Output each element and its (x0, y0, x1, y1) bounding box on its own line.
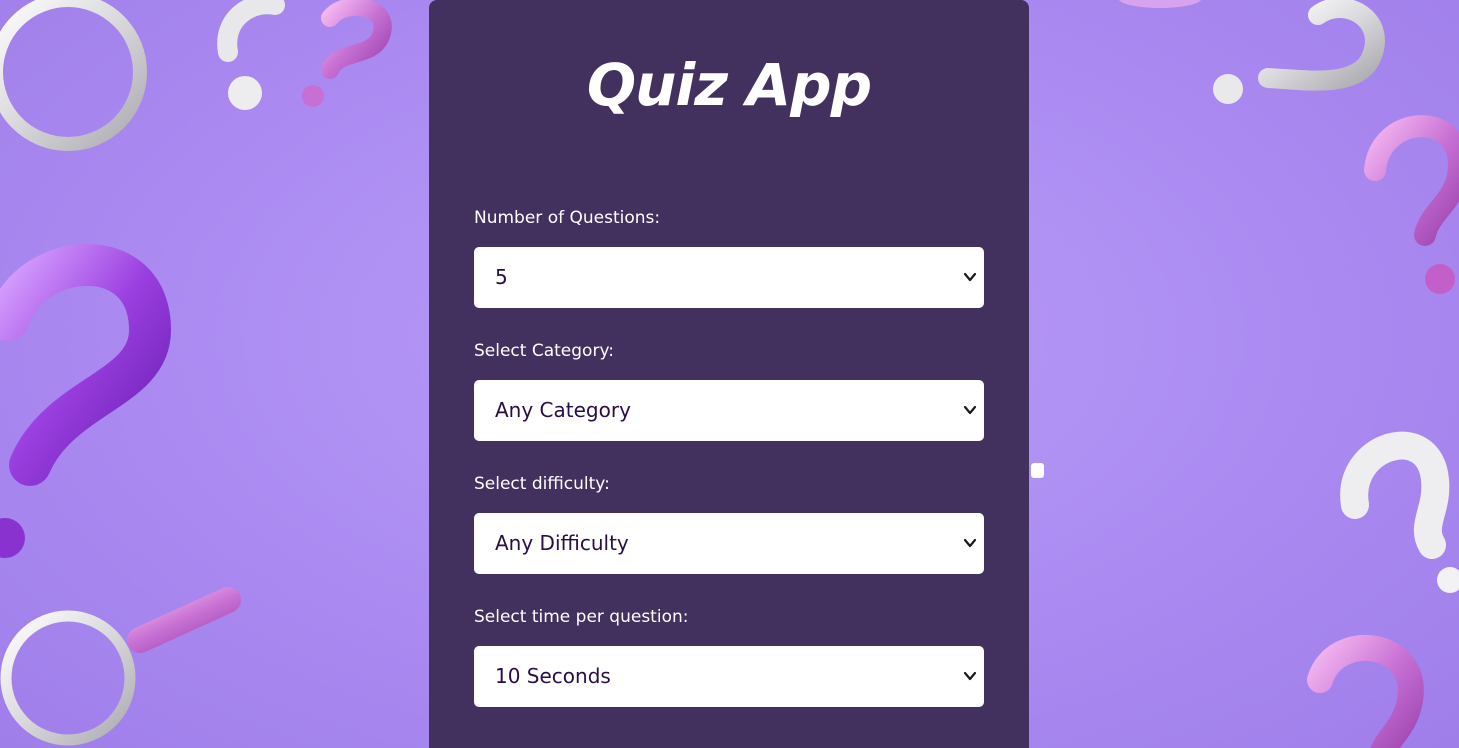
questions-count-label: Number of Questions: (474, 208, 661, 228)
time-per-question-select[interactable]: 10 Seconds (474, 646, 984, 707)
difficulty-value: Any Difficulty (495, 531, 629, 555)
category-label: Select Category: (474, 341, 614, 361)
questions-count-value: 5 (495, 265, 508, 289)
category-select[interactable]: Any Category (474, 380, 984, 441)
category-value: Any Category (495, 398, 631, 422)
time-per-question-value: 10 Seconds (495, 664, 611, 688)
magnifier-icon (0, 587, 241, 746)
chevron-down-icon (963, 538, 977, 548)
question-mark-icon (1340, 431, 1459, 593)
chevron-down-icon (963, 671, 977, 681)
difficulty-select[interactable]: Any Difficulty (474, 513, 984, 574)
question-mark-icon (0, 244, 172, 558)
quiz-settings-card: Quiz App Number of Questions: 5 Select C… (429, 0, 1029, 748)
time-per-question-label: Select time per question: (474, 607, 689, 627)
question-mark-icon (1307, 635, 1424, 748)
chevron-down-icon (963, 272, 977, 282)
question-mark-icon (1118, 0, 1385, 104)
question-mark-icon (1364, 115, 1459, 294)
app-title: Quiz App (586, 51, 872, 119)
decoration-speck (1031, 463, 1044, 478)
question-mark-icon (217, 0, 285, 110)
difficulty-label: Select difficulty: (474, 474, 610, 494)
question-mark-icon (302, 0, 392, 107)
chevron-down-icon (963, 405, 977, 415)
questions-count-select[interactable]: 5 (474, 247, 984, 308)
silver-ring-icon (0, 0, 147, 151)
